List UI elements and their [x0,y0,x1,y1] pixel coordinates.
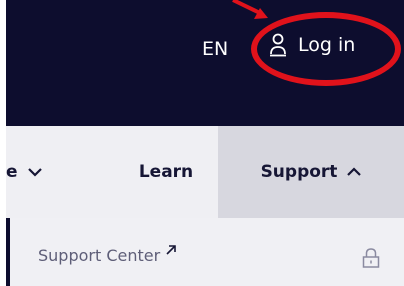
nav-item-label: Support [260,162,338,182]
language-selector[interactable]: EN [202,37,228,61]
chevron-up-icon [347,162,362,182]
nav-item-learn[interactable]: Learn [114,126,218,218]
login-button[interactable]: Log in [269,33,355,57]
user-icon [269,33,287,57]
nav-item-truncated[interactable]: e [6,126,58,218]
support-submenu: Support Center [6,218,404,286]
chevron-down-icon [27,162,42,182]
main-nav: e Learn Support [6,126,404,218]
nav-item-label: Learn [138,162,194,182]
external-link-icon [166,240,176,259]
login-label: Log in [298,34,356,56]
app-frame: EN Log in e Learn Support Support Center [0,0,404,286]
nav-item-support[interactable]: Support [218,126,404,218]
nav-item-label: e [6,162,18,182]
support-center-link[interactable]: Support Center [38,245,176,265]
submenu-divider [6,218,10,286]
lock-icon [362,247,380,273]
top-header-bar: EN Log in [6,0,404,126]
support-center-label: Support Center [38,246,161,265]
